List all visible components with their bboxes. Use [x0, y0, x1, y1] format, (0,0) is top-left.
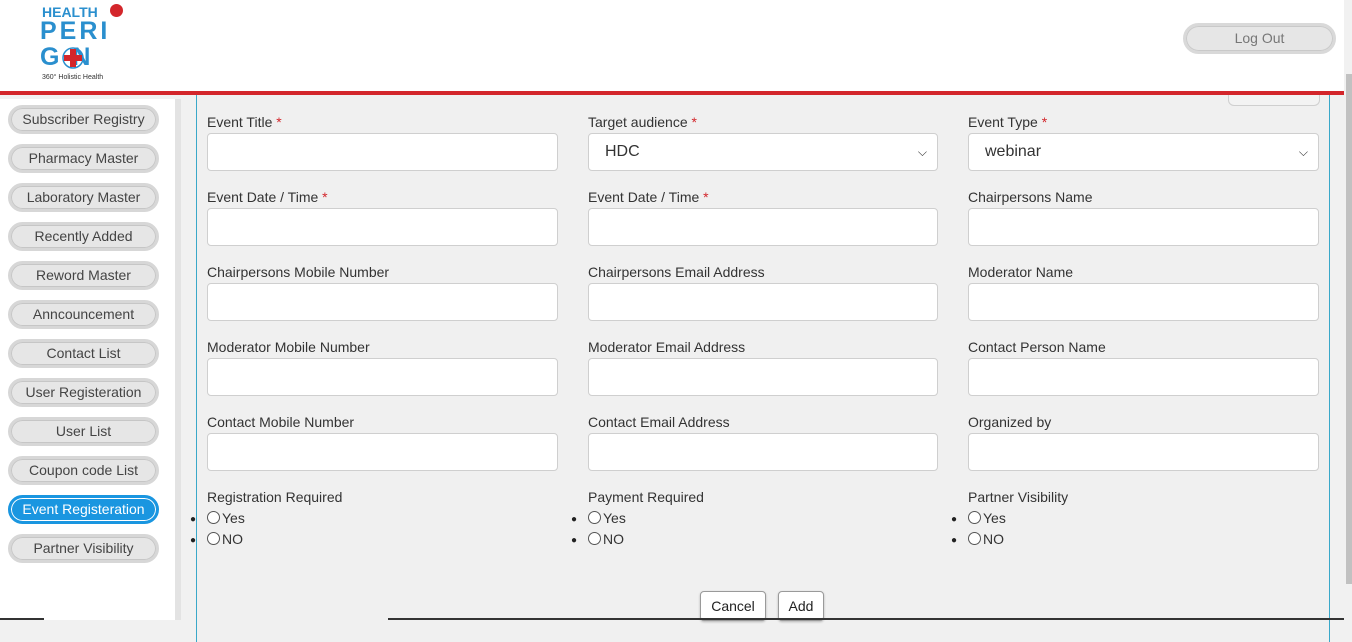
event-date-start-input[interactable] [207, 208, 558, 246]
list-bullet: ● [571, 535, 578, 546]
sidebar-item-partner-visibility[interactable]: Partner Visibility [8, 534, 159, 563]
radio-button[interactable] [968, 511, 981, 524]
partner-visibility-label: Partner Visibility [968, 489, 1069, 505]
logout-button[interactable]: Log Out [1183, 23, 1336, 54]
list-bullet: ● [571, 514, 578, 525]
event-date-start-label: Event Date / Time * [207, 189, 328, 205]
contact-person-input[interactable] [968, 358, 1319, 396]
organized-by-input[interactable] [968, 433, 1319, 471]
app-header: HEALTH PERI G N 360° Holistic Health Log… [0, 0, 1344, 95]
moderator-name-input[interactable] [968, 283, 1319, 321]
chairperson-name-label: Chairpersons Name [968, 189, 1093, 205]
moderator-name-label: Moderator Name [968, 264, 1074, 280]
page-scrollbar-thumb[interactable] [1346, 74, 1352, 584]
payment-required-no[interactable]: NO [588, 531, 624, 547]
partner-visibility-no[interactable]: NO [968, 531, 1004, 547]
sidebar-item-laboratory-master[interactable]: Laboratory Master [8, 183, 159, 212]
radio-button[interactable] [207, 532, 220, 545]
list-bullet: ● [190, 514, 197, 525]
sidebar-item-contact-list[interactable]: Contact List [8, 339, 159, 368]
logo-dot-icon [110, 4, 123, 17]
event-date-end-label: Event Date / Time * [588, 189, 709, 205]
payment-required-yes[interactable]: Yes [588, 510, 626, 526]
chairperson-mobile-label: Chairpersons Mobile Number [207, 264, 390, 280]
registration-required-no[interactable]: NO [207, 531, 243, 547]
partner-visibility-yes[interactable]: Yes [968, 510, 1006, 526]
sidebar-item-user-list[interactable]: User List [8, 417, 159, 446]
healthperigon-logo[interactable]: HEALTH PERI G N 360° Holistic Health [40, 4, 130, 86]
sidebar-item-reword-master[interactable]: Reword Master [8, 261, 159, 290]
add-button[interactable]: Add [778, 591, 824, 621]
sidebar-item-user-registeration[interactable]: User Registeration [8, 378, 159, 407]
event-title-label: Event Title * [207, 114, 282, 130]
event-type-label: Event Type * [968, 114, 1048, 130]
registration-required-yes[interactable]: Yes [207, 510, 245, 526]
contact-email-label: Contact Email Address [588, 414, 730, 430]
radio-button[interactable] [207, 511, 220, 524]
payment-required-label: Payment Required [588, 489, 704, 505]
organized-by-label: Organized by [968, 414, 1052, 430]
list-bullet: ● [951, 514, 958, 525]
moderator-mobile-input[interactable] [207, 358, 558, 396]
sidebar-item-subscriber-registry[interactable]: Subscriber Registry [8, 105, 159, 134]
list-bullet: ● [190, 535, 197, 546]
chairperson-email-label: Chairpersons Email Address [588, 264, 765, 280]
radio-button[interactable] [588, 511, 601, 524]
event-type-select[interactable]: webinar ⌵ [968, 133, 1319, 171]
chairperson-name-input[interactable] [968, 208, 1319, 246]
contact-email-input[interactable] [588, 433, 938, 471]
event-title-input[interactable] [207, 133, 558, 171]
moderator-mobile-label: Moderator Mobile Number [207, 339, 370, 355]
sidebar-item-recently-added[interactable]: Recently Added [8, 222, 159, 251]
event-date-end-input[interactable] [588, 208, 938, 246]
contact-person-label: Contact Person Name [968, 339, 1106, 355]
radio-button[interactable] [588, 532, 601, 545]
contact-mobile-input[interactable] [207, 433, 558, 471]
chevron-down-icon: ⌵ [917, 145, 927, 159]
chairperson-email-input[interactable] [588, 283, 938, 321]
contact-mobile-label: Contact Mobile Number [207, 414, 355, 430]
logo-tagline: 360° Holistic Health [42, 74, 104, 81]
sidebar-divider [175, 99, 181, 620]
moderator-email-label: Moderator Email Address [588, 339, 746, 355]
sidebar-item-pharmacy-master[interactable]: Pharmacy Master [8, 144, 159, 173]
logo-text-peri: PERI [40, 17, 111, 45]
medical-cross-icon [62, 47, 84, 69]
registration-required-label: Registration Required [207, 489, 343, 505]
target-audience-label: Target audience * [588, 114, 697, 130]
sidebar-item-event-registeration[interactable]: Event Registeration [8, 495, 159, 524]
target-audience-select[interactable]: HDC ⌵ [588, 133, 938, 171]
chairperson-mobile-input[interactable] [207, 283, 558, 321]
cancel-button[interactable]: Cancel [700, 591, 766, 621]
chevron-down-icon: ⌵ [1298, 145, 1308, 159]
list-bullet: ● [951, 535, 958, 546]
sidebar-item-announcement[interactable]: Anncouncement [8, 300, 159, 329]
moderator-email-input[interactable] [588, 358, 938, 396]
sidebar-item-coupon-code-list[interactable]: Coupon code List [8, 456, 159, 485]
radio-button[interactable] [968, 532, 981, 545]
